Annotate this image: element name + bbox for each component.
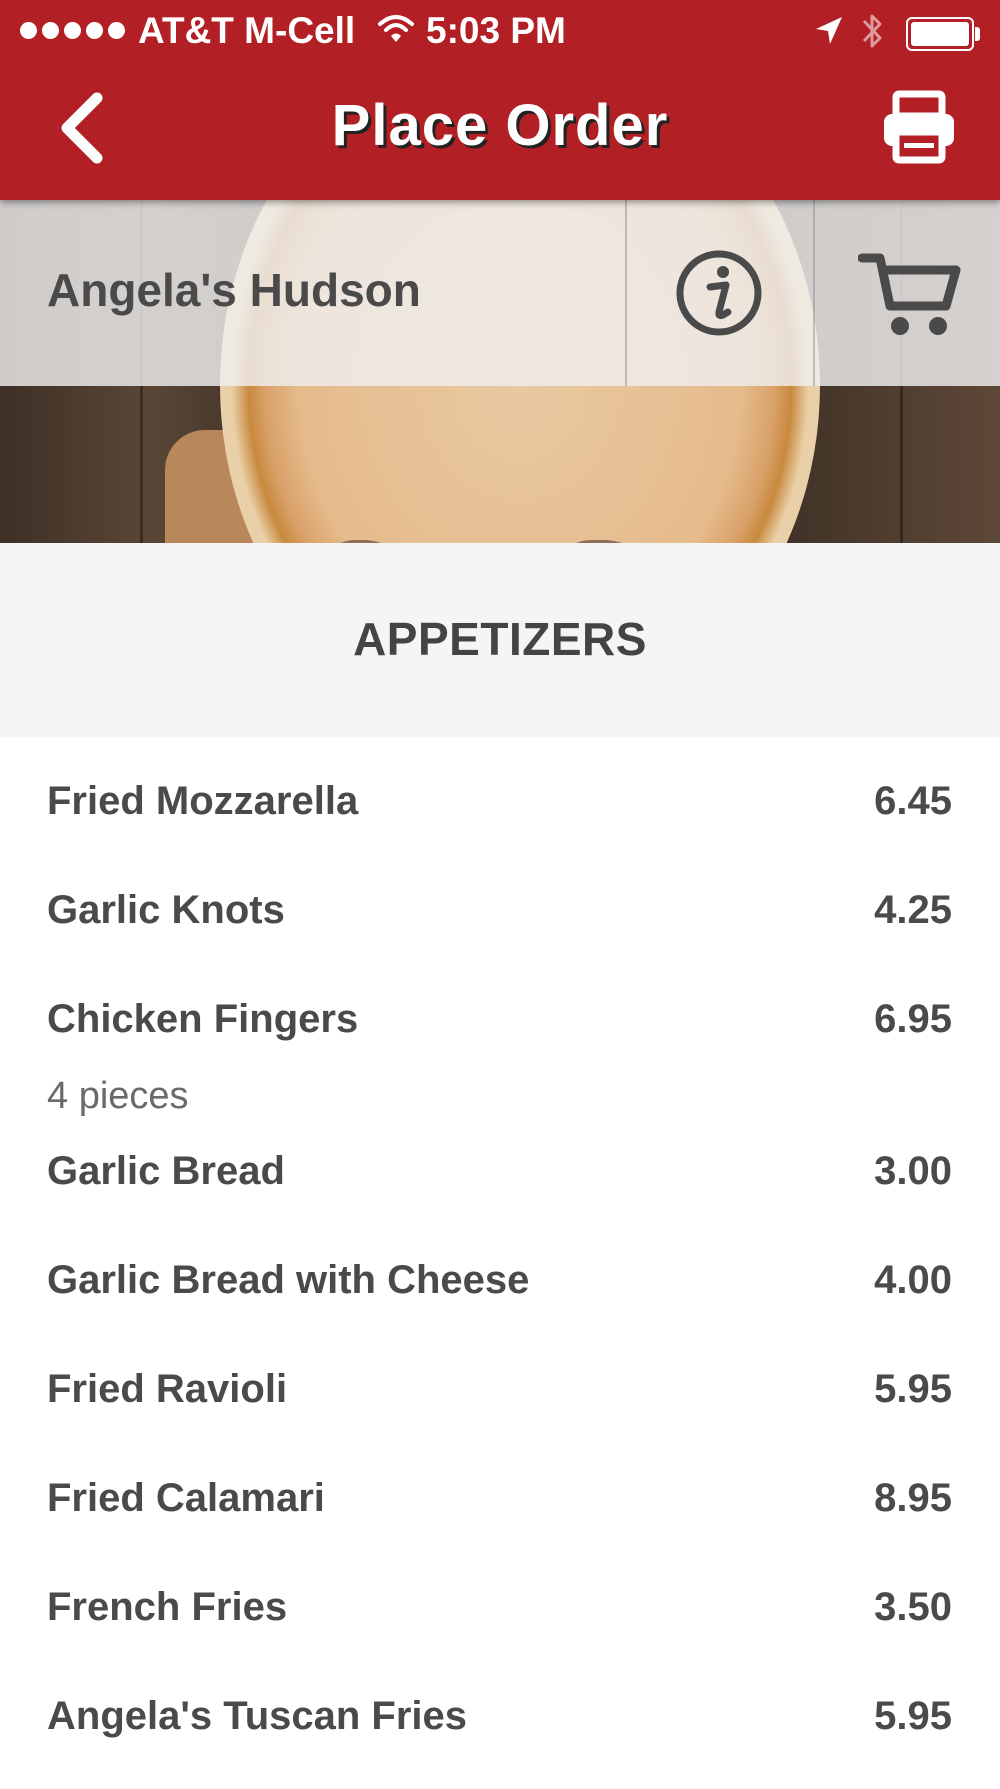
menu-item-price: 5.95 <box>874 1694 952 1738</box>
menu-item-name: Garlic Bread with Cheese <box>47 1258 530 1302</box>
printer-icon <box>884 90 954 164</box>
menu-item-name: Garlic Bread <box>47 1149 285 1193</box>
bluetooth-icon <box>858 10 888 61</box>
menu-item-name: Fried Ravioli <box>47 1367 288 1411</box>
menu-item-name: Fried Calamari <box>47 1476 325 1520</box>
menu-item[interactable]: Chicken Fingers 6.95 4 pieces <box>0 957 1000 1129</box>
info-button[interactable] <box>674 248 764 338</box>
menu-item-name: Garlic Knots <box>47 888 285 932</box>
menu-item-price: 6.95 <box>874 997 952 1041</box>
divider <box>625 200 627 386</box>
battery-icon <box>906 17 980 51</box>
menu-item-price: 4.25 <box>874 888 952 932</box>
menu-item-price: 6.45 <box>874 779 952 823</box>
page-title: Place Order <box>331 93 669 158</box>
menu-item-price: 4.00 <box>874 1258 952 1302</box>
menu-item[interactable]: French Fries 3.50 <box>0 1569 1000 1679</box>
menu-item[interactable]: Angela's Tuscan Fries 5.95 <box>0 1679 1000 1789</box>
category-header: APPETIZERS <box>0 543 1000 737</box>
menu-item[interactable]: Fried Mozzarella 6.45 <box>0 737 1000 847</box>
menu-item-name: French Fries <box>47 1585 288 1629</box>
menu-list: Fried Mozzarella 6.45 Garlic Knots 4.25 … <box>0 737 1000 1789</box>
divider <box>813 200 815 386</box>
location-arrow-icon <box>812 14 846 57</box>
menu-item[interactable]: Garlic Knots 4.25 <box>0 847 1000 957</box>
menu-item[interactable]: Garlic Bread with Cheese 4.00 <box>0 1239 1000 1349</box>
signal-dots-icon <box>20 22 125 39</box>
menu-item-name: Fried Mozzarella <box>47 779 359 823</box>
menu-item-price: 5.95 <box>874 1367 952 1411</box>
status-bar: AT&T M-Cell 5:03 PM <box>0 0 1000 62</box>
app-header: AT&T M-Cell 5:03 PM Place Order <box>0 0 1000 200</box>
wifi-icon <box>377 12 415 55</box>
cart-icon <box>857 253 961 335</box>
hero-banner: Angela's Hudson <box>0 200 1000 543</box>
category-title: APPETIZERS <box>353 613 647 665</box>
store-bar: Angela's Hudson <box>0 200 1000 386</box>
carrier-label: AT&T M-Cell <box>138 10 356 51</box>
info-icon <box>676 250 762 336</box>
cart-button[interactable] <box>857 250 962 340</box>
menu-item-price: 3.50 <box>874 1585 952 1629</box>
menu-item-name: Angela's Tuscan Fries <box>47 1694 468 1738</box>
menu-item[interactable]: Fried Calamari 8.95 <box>0 1459 1000 1569</box>
print-button[interactable] <box>880 88 958 168</box>
store-name: Angela's Hudson <box>47 264 421 316</box>
menu-item-price: 3.00 <box>874 1149 952 1193</box>
menu-item-description: 4 pieces <box>47 1075 189 1117</box>
menu-item[interactable]: Fried Ravioli 5.95 <box>0 1349 1000 1459</box>
status-time: 5:03 PM <box>426 10 566 51</box>
menu-item-price: 8.95 <box>874 1476 952 1520</box>
menu-item[interactable]: Garlic Bread 3.00 <box>0 1129 1000 1239</box>
menu-item-name: Chicken Fingers <box>47 997 359 1041</box>
